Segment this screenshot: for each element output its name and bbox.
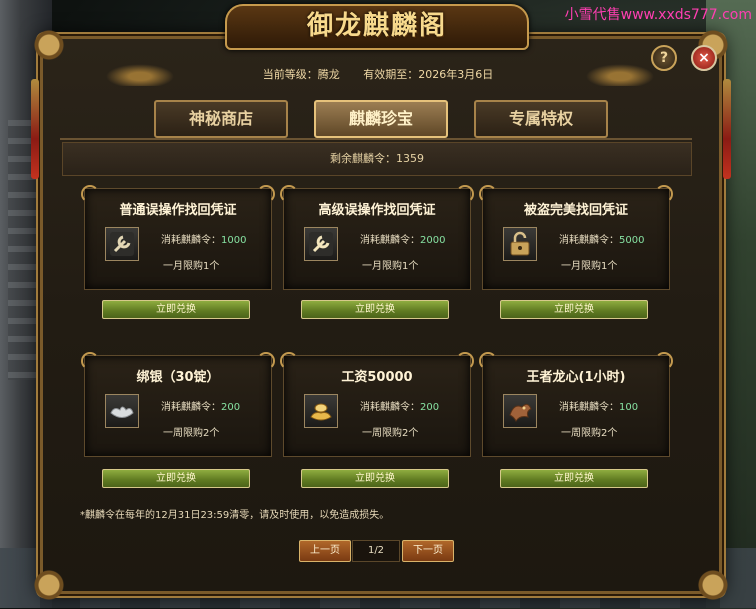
cost-value: 200 — [221, 402, 241, 413]
page-indicator: 1/2 — [352, 540, 400, 562]
item-cost: 消耗麒麟令：2000 — [360, 235, 446, 246]
item-card: 绑银（30锭） 消耗麒麟令：200 一周限购2个 — [81, 352, 272, 457]
prev-page-button[interactable]: 上一页 — [299, 540, 351, 562]
purchase-limit: 一月限购1个 — [362, 261, 419, 272]
cost-value: 1000 — [221, 235, 247, 246]
item-title: 普通误操作找回凭证 — [119, 203, 237, 218]
expiry-date: 有效期至：2026年3月6日 — [363, 68, 494, 81]
wrench-icon — [304, 227, 338, 261]
purchase-limit: 一月限购1个 — [561, 261, 618, 272]
item-card: 王者龙心(1小时) 消耗麒麟令：100 一周限购2个 — [479, 352, 670, 457]
corner-ornament — [25, 561, 73, 609]
purchase-limit: 一周限购2个 — [561, 428, 618, 439]
current-level: 当前等级：腾龙 — [262, 68, 340, 81]
item-cost: 消耗麒麟令：1000 — [161, 235, 247, 246]
help-button[interactable]: ? — [651, 45, 677, 71]
redeem-button[interactable]: 立即兑换 — [301, 300, 449, 319]
cost-value: 200 — [420, 402, 440, 413]
item-card: 工资50000 消耗麒麟令：200 一周限购2个 — [280, 352, 471, 457]
tab-mystery-shop[interactable]: 神秘商店 — [154, 100, 288, 138]
item-title: 被盗完美找回凭证 — [523, 203, 628, 218]
item-card: 被盗完美找回凭证 消耗麒麟令：5000 一月限购1个 — [479, 185, 670, 290]
status-info: 当前等级：腾龙 有效期至：2026年3月6日 — [60, 62, 696, 88]
item-title: 高级误操作找回凭证 — [318, 203, 436, 218]
silver-ingot-icon — [105, 394, 139, 428]
redeem-button[interactable]: 立即兑换 — [301, 469, 449, 488]
redeem-button[interactable]: 立即兑换 — [500, 469, 648, 488]
close-button[interactable]: × — [691, 45, 717, 71]
tab-exclusive-privilege[interactable]: 专属特权 — [474, 100, 608, 138]
item-cost: 消耗麒麟令：200 — [360, 402, 440, 413]
tassel-decoration — [723, 79, 731, 179]
gold-ingot-icon — [304, 394, 338, 428]
reset-notice: *麒麟令在每年的12月31日23:59清零，请及时使用，以免造成损失。 — [80, 510, 390, 521]
cost-value: 2000 — [420, 235, 446, 246]
redeem-button[interactable]: 立即兑换 — [102, 469, 250, 488]
wrench-icon — [105, 227, 139, 261]
item-title: 绑银（30锭） — [136, 370, 220, 385]
watermark-text: 小雪代售www.xxds777.com — [564, 7, 752, 23]
tassel-decoration — [31, 79, 39, 179]
item-cost: 消耗麒麟令：100 — [559, 402, 639, 413]
redeem-button[interactable]: 立即兑换 — [102, 300, 250, 319]
corner-ornament — [25, 21, 73, 69]
dragon-heart-icon — [503, 394, 537, 428]
purchase-limit: 一周限购2个 — [163, 428, 220, 439]
item-cost: 消耗麒麟令：5000 — [559, 235, 645, 246]
redeem-button[interactable]: 立即兑换 — [500, 300, 648, 319]
tab-bar: 神秘商店 麒麟珍宝 专属特权 — [150, 100, 610, 138]
next-page-button[interactable]: 下一页 — [402, 540, 454, 562]
remaining-tokens: 剩余麒麟令：1359 — [62, 142, 692, 176]
item-title: 王者龙心(1小时) — [526, 370, 626, 385]
item-card: 普通误操作找回凭证 消耗麒麟令：1000 一月限购1个 — [81, 185, 272, 290]
corner-ornament — [689, 561, 737, 609]
lock-icon — [503, 227, 537, 261]
tab-divider — [60, 138, 692, 140]
window-title: 御龙麒麟阁 — [306, 11, 447, 41]
purchase-limit: 一周限购2个 — [362, 428, 419, 439]
cost-value: 100 — [619, 402, 639, 413]
item-title: 工资50000 — [341, 370, 413, 385]
cost-value: 5000 — [619, 235, 645, 246]
item-card: 高级误操作找回凭证 消耗麒麟令：2000 一月限购1个 — [280, 185, 471, 290]
purchase-limit: 一月限购1个 — [163, 261, 220, 272]
tab-qilin-treasure[interactable]: 麒麟珍宝 — [314, 100, 448, 138]
window-title-plate: 御龙麒麟阁 — [225, 4, 529, 50]
item-cost: 消耗麒麟令：200 — [161, 402, 241, 413]
